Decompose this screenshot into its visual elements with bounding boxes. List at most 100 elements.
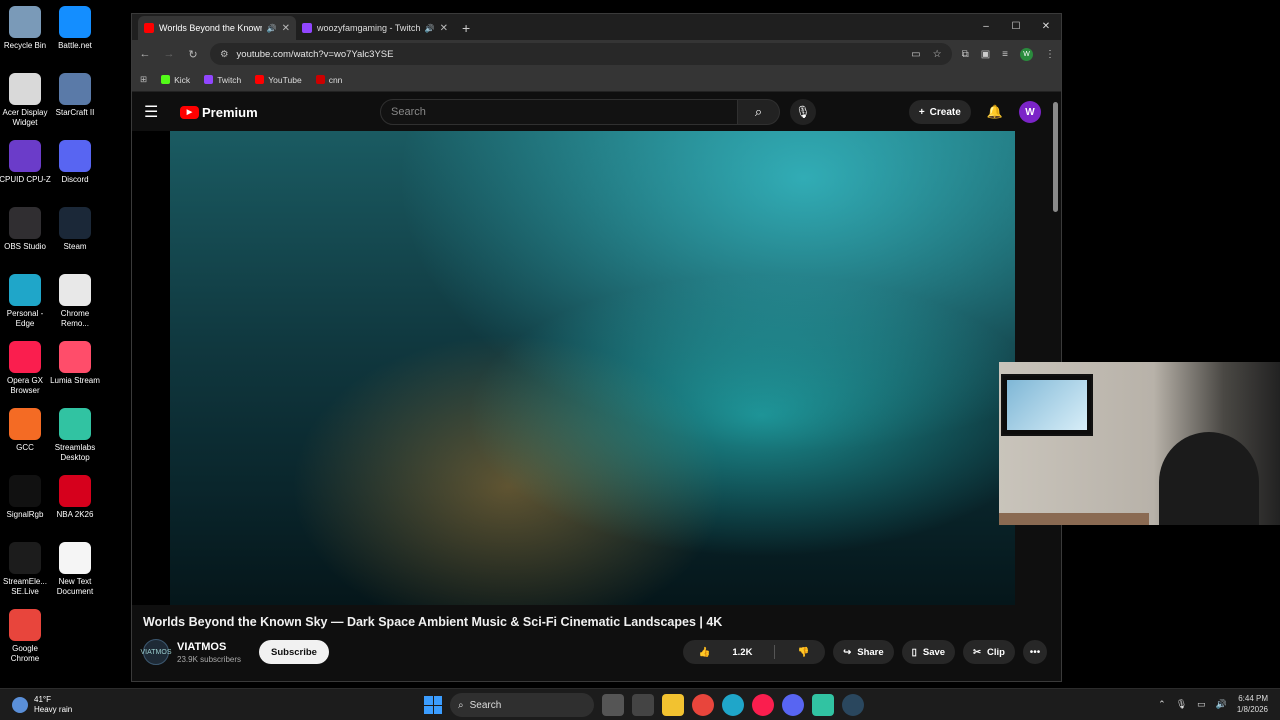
account-avatar[interactable]: W [1019,101,1041,123]
tab-twitch[interactable]: woozyfamgaming - Twitch 🔊 ✕ [296,16,454,40]
mic-tray-icon[interactable]: 🎙 [1176,699,1187,710]
bookmark-youtube[interactable]: YouTube [255,75,302,85]
volume-icon[interactable]: 🔊 [1216,699,1227,710]
desktop-icon[interactable]: Chrome Remo... [47,274,103,329]
desktop-icon[interactable]: CPUID CPU-Z [0,140,53,185]
steam-icon[interactable] [842,694,864,716]
desktop-icon[interactable]: SignalRgb [0,475,53,520]
discord-icon[interactable] [782,694,804,716]
reload-icon[interactable]: ↻ [186,48,200,61]
bookmark-star-icon[interactable]: ☆ [933,49,942,60]
desktop-icon-label: Steam [63,242,87,251]
desktop-icon[interactable]: StarCraft II [47,73,103,118]
hamburger-menu-icon[interactable]: ☰ [144,102,168,122]
cpuz-icon [9,140,41,172]
task-view-icon[interactable] [602,694,624,716]
bookmark-twitch[interactable]: Twitch [204,75,241,85]
tab-title: woozyfamgaming - Twitch [317,23,420,33]
clock[interactable]: 6:44 PM 1/8/2026 [1237,693,1268,715]
tab-youtube[interactable]: Worlds Beyond the Known 🔊 ✕ [138,16,296,40]
close-tab-icon[interactable]: ✕ [440,23,448,34]
address-bar[interactable]: ⚙ youtube.com/watch?v=wo7Yalc3YSE ▭ ☆ [210,43,952,65]
desktop-icon[interactable]: Steam [47,207,103,252]
desktop-icon[interactable]: Recycle Bin [0,6,53,51]
channel-name[interactable]: VIATMOS [177,641,241,653]
tray-chevron-icon[interactable]: ⌃ [1158,699,1166,710]
maximize-button[interactable]: ☐ [1001,14,1031,38]
search-button[interactable]: ⌕ [738,99,780,125]
tab-title: Worlds Beyond the Known [159,23,262,33]
search-icon: ⌕ [458,699,464,711]
video-title: Worlds Beyond the Known Sky — Dark Space… [143,615,723,629]
close-tab-icon[interactable]: ✕ [282,23,290,34]
channel-avatar[interactable]: VIATMOS [141,639,172,665]
speaker-icon[interactable]: 🔊 [425,24,435,33]
desktop-icon[interactable]: Opera GX Browser [0,341,53,396]
desktop-icon[interactable]: Acer Display Widget [0,73,53,128]
sidebar-icon[interactable]: ▣ [981,49,990,60]
desktop-icon[interactable]: NBA 2K26 [47,475,103,520]
save-button[interactable]: ▯ Save [901,640,956,664]
network-icon[interactable]: ▭ [1197,699,1206,710]
site-info-icon[interactable]: ⚙ [220,49,229,60]
logo-text: Premium [202,104,258,120]
streamlabs-icon[interactable] [812,694,834,716]
bookmark-kick[interactable]: Kick [161,75,190,85]
desktop-icon[interactable]: StreamEle... SE.Live [0,542,53,597]
weather-widget[interactable]: 41°F Heavy rain [12,695,72,715]
desktop-icon[interactable]: Streamlabs Desktop [47,408,103,463]
browser-menu-icon[interactable]: ⋮ [1045,49,1055,60]
notifications-bell-icon[interactable]: 🔔 [987,104,1003,120]
profile-avatar[interactable]: W [1020,47,1033,61]
edge-icon[interactable] [722,694,744,716]
new-tab-button[interactable]: + [454,20,478,40]
extensions-icon[interactable]: ⧉ [962,49,969,60]
desktop-icon-label: Personal - Edge [6,309,44,328]
desktop-icon[interactable]: Personal - Edge [0,274,53,329]
taskbar-search[interactable]: ⌕ Search [450,693,594,717]
desktop-icon[interactable]: OBS Studio [0,207,53,252]
desktop-icon[interactable]: Lumia Stream [47,341,103,386]
desktop-icon-label: StreamEle... SE.Live [2,577,47,596]
desktop-icon[interactable]: Battle.net [47,6,103,51]
clip-button[interactable]: ✂ Clip [963,640,1015,664]
bookmark-label: cnn [328,74,343,85]
text-document-icon [59,542,91,574]
bookmark-cnn[interactable]: cnn [315,74,343,85]
voice-search-button[interactable]: 🎙 [790,99,816,125]
desktop-icon[interactable]: GCC [0,408,53,453]
steam-icon [59,207,91,239]
speaker-icon[interactable]: 🔊 [267,24,277,33]
desktop-icon[interactable]: New Text Document [47,542,103,597]
apps-grid-icon[interactable]: ⊞ [140,74,147,85]
forward-arrow-icon[interactable]: → [162,48,176,60]
desktop-icon-label: CPUID CPU-Z [0,175,51,184]
more-actions-button[interactable]: ••• [1023,640,1047,664]
youtube-logo[interactable]: ▶ Premium [180,105,258,120]
desktop-icon[interactable]: Discord [47,140,103,185]
minimize-button[interactable]: – [971,14,1001,38]
scissors-icon: ✂ [973,646,982,658]
channel-row: VIATMOS VIATMOS 23.9K subscribers Subscr… [141,637,1047,667]
chrome-icon[interactable] [692,694,714,716]
close-window-button[interactable]: ✕ [1031,14,1061,38]
create-button[interactable]: + Create [908,100,971,124]
search-input[interactable]: Search [380,99,738,125]
share-button[interactable]: ↪ Share [833,640,894,664]
scrollbar-thumb[interactable] [1053,102,1058,212]
opera-gx-icon[interactable] [752,694,774,716]
video-player[interactable] [132,131,1015,605]
file-explorer-icon[interactable] [662,694,684,716]
subscribe-button[interactable]: Subscribe [259,640,329,664]
dislike-button[interactable]: 👎 [781,640,825,664]
edge-icon [9,274,41,306]
media-icon[interactable]: ≡ [1002,49,1008,60]
windows-start-icon[interactable] [424,696,442,714]
back-arrow-icon[interactable]: ← [138,48,152,60]
battlenet-icon [59,6,91,38]
create-label: Create [929,106,961,118]
widgets-icon[interactable] [632,694,654,716]
cast-icon[interactable]: ▭ [911,49,920,60]
like-button[interactable]: 👍 1.2K [683,640,769,664]
desktop-icon[interactable]: Google Chrome [0,609,53,664]
